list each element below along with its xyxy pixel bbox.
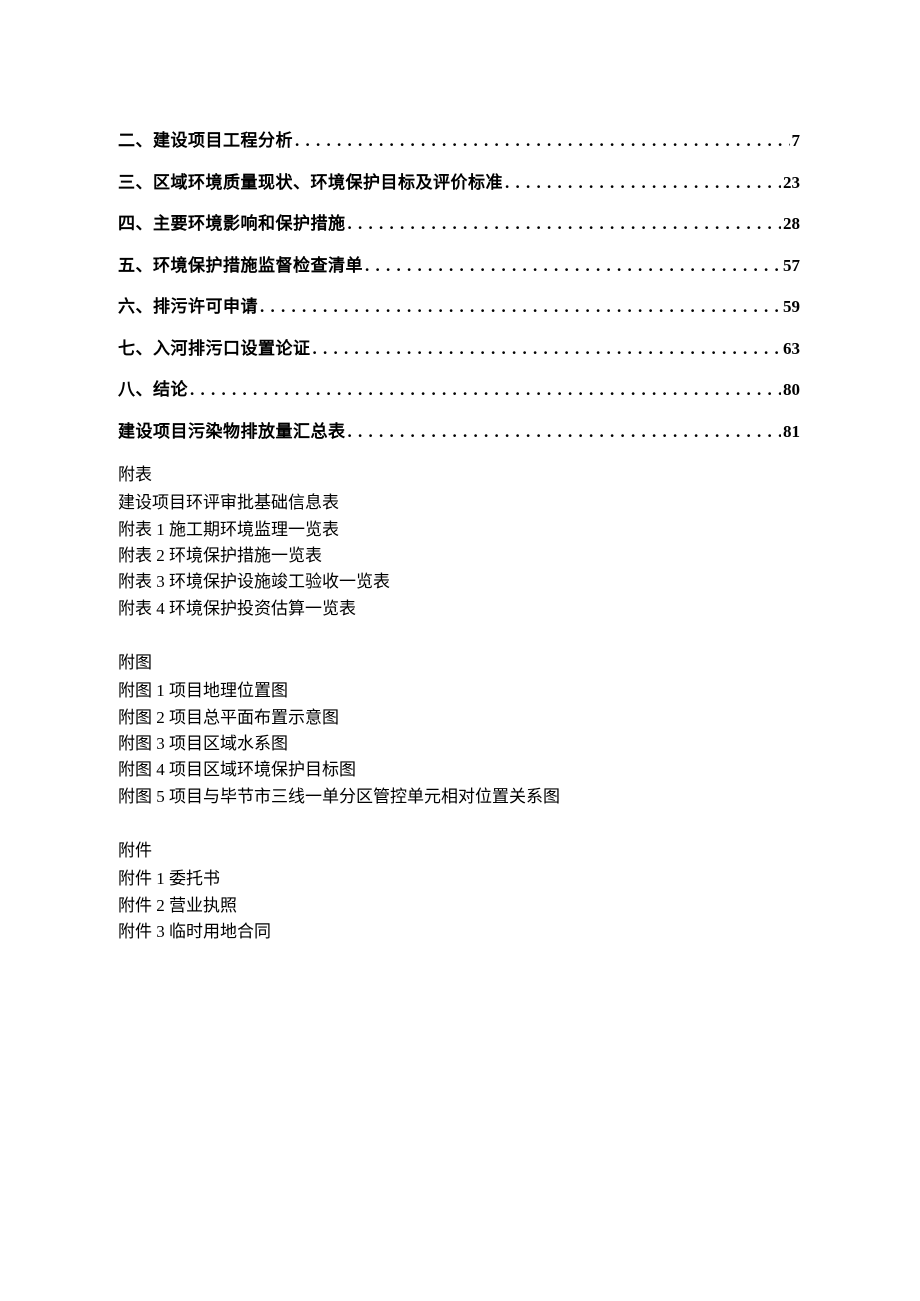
toc-entry-page: 80 — [781, 377, 800, 403]
attachment-item: 附件 2 营业执照 — [118, 893, 800, 919]
attachment-item: 附件 3 临时用地合同 — [118, 919, 800, 945]
toc-entry-title: 三、区域环境质量现状、环境保护目标及评价标准 — [118, 170, 503, 196]
appendix-figure-item: 附图 5 项目与毕节市三线一单分区管控单元相对位置关系图 — [118, 784, 800, 810]
toc-leader-dots: . . . . . . . . . . . . . . . . . . . . … — [188, 377, 781, 403]
appendix-table-item: 附表 3 环境保护设施竣工验收一览表 — [118, 569, 800, 595]
appendix-figure-item: 附图 1 项目地理位置图 — [118, 678, 800, 704]
toc-entry-page: 59 — [781, 294, 800, 320]
appendix-figures-heading: 附图 — [118, 650, 800, 676]
toc-entry: 五、环境保护措施监督检查清单. . . . . . . . . . . . . … — [118, 253, 800, 279]
attachment-item: 附件 1 委托书 — [118, 866, 800, 892]
toc-entry-title: 七、入河排污口设置论证 — [118, 336, 311, 362]
toc-leader-dots: . . . . . . . . . . . . . . . . . . . . … — [311, 336, 782, 362]
toc-entry-page: 7 — [790, 128, 801, 154]
toc-entry: 二、建设项目工程分析. . . . . . . . . . . . . . . … — [118, 128, 800, 154]
toc-entry-page: 81 — [781, 419, 800, 445]
toc-entry-title: 建设项目污染物排放量汇总表 — [118, 419, 346, 445]
toc-entry: 六、排污许可申请. . . . . . . . . . . . . . . . … — [118, 294, 800, 320]
toc-entry-page: 23 — [781, 170, 800, 196]
toc-entry-title: 四、主要环境影响和保护措施 — [118, 211, 346, 237]
spacer — [118, 810, 800, 832]
toc-leader-dots: . . . . . . . . . . . . . . . . . . . . … — [258, 294, 781, 320]
appendix-table-item: 附表 2 环境保护措施一览表 — [118, 543, 800, 569]
document-page: 二、建设项目工程分析. . . . . . . . . . . . . . . … — [0, 0, 920, 1301]
appendix-table-item: 建设项目环评审批基础信息表 — [118, 490, 800, 516]
appendix-tables-list: 建设项目环评审批基础信息表附表 1 施工期环境监理一览表附表 2 环境保护措施一… — [118, 490, 800, 622]
appendix-table-item: 附表 1 施工期环境监理一览表 — [118, 517, 800, 543]
toc-entry-title: 二、建设项目工程分析 — [118, 128, 293, 154]
toc-leader-dots: . . . . . . . . . . . . . . . . . . . . … — [346, 419, 782, 445]
toc-entry: 八、结论. . . . . . . . . . . . . . . . . . … — [118, 377, 800, 403]
appendix-figure-item: 附图 3 项目区域水系图 — [118, 731, 800, 757]
toc-entry: 建设项目污染物排放量汇总表. . . . . . . . . . . . . .… — [118, 419, 800, 445]
appendix-figures-list: 附图 1 项目地理位置图附图 2 项目总平面布置示意图附图 3 项目区域水系图附… — [118, 678, 800, 810]
toc-leader-dots: . . . . . . . . . . . . . . . . . . . . … — [363, 253, 781, 279]
toc-entry: 三、区域环境质量现状、环境保护目标及评价标准. . . . . . . . . … — [118, 170, 800, 196]
table-of-contents: 二、建设项目工程分析. . . . . . . . . . . . . . . … — [118, 128, 800, 444]
toc-entry: 四、主要环境影响和保护措施. . . . . . . . . . . . . .… — [118, 211, 800, 237]
toc-entry-page: 63 — [781, 336, 800, 362]
attachments-heading: 附件 — [118, 838, 800, 864]
appendix-tables-heading: 附表 — [118, 462, 800, 488]
toc-entry-title: 六、排污许可申请 — [118, 294, 258, 320]
toc-entry: 七、入河排污口设置论证. . . . . . . . . . . . . . .… — [118, 336, 800, 362]
spacer — [118, 622, 800, 644]
appendix-figure-item: 附图 4 项目区域环境保护目标图 — [118, 757, 800, 783]
toc-entry-page: 28 — [781, 211, 800, 237]
appendix-figure-item: 附图 2 项目总平面布置示意图 — [118, 705, 800, 731]
toc-leader-dots: . . . . . . . . . . . . . . . . . . . . … — [293, 128, 790, 154]
appendix-table-item: 附表 4 环境保护投资估算一览表 — [118, 596, 800, 622]
toc-leader-dots: . . . . . . . . . . . . . . . . . . . . … — [346, 211, 782, 237]
toc-entry-title: 八、结论 — [118, 377, 188, 403]
toc-entry-title: 五、环境保护措施监督检查清单 — [118, 253, 363, 279]
attachments-list: 附件 1 委托书附件 2 营业执照附件 3 临时用地合同 — [118, 866, 800, 945]
toc-leader-dots: . . . . . . . . . . . . . . . . . . . . … — [503, 170, 781, 196]
toc-entry-page: 57 — [781, 253, 800, 279]
